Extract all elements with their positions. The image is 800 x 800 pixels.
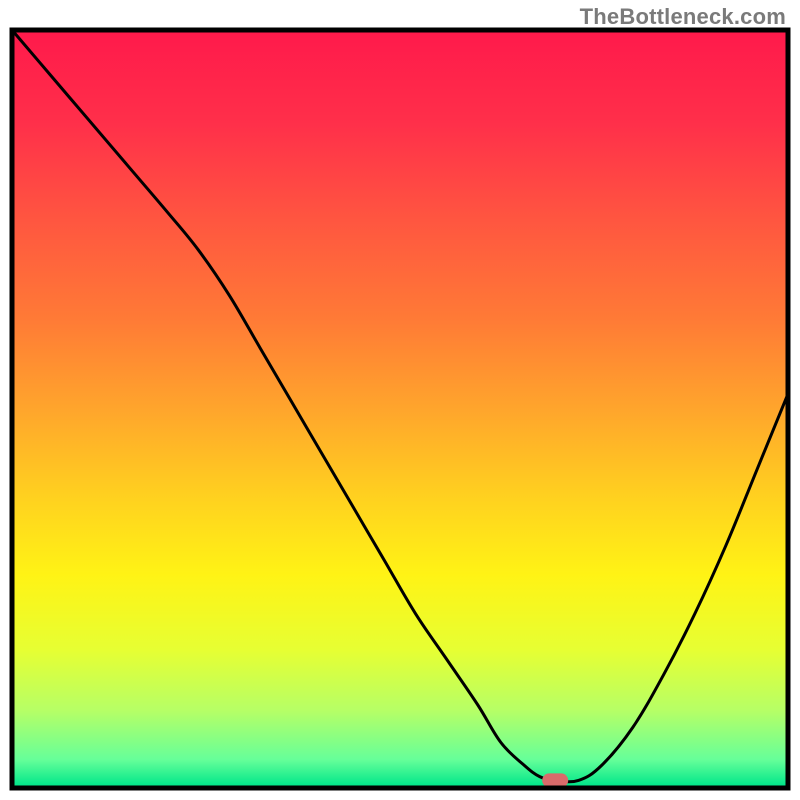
chart-background-gradient <box>14 32 786 786</box>
watermark-text: TheBottleneck.com <box>580 4 786 30</box>
bottleneck-chart: TheBottleneck.com <box>0 0 800 800</box>
chart-svg <box>0 0 800 800</box>
optimal-point-marker <box>542 773 568 787</box>
